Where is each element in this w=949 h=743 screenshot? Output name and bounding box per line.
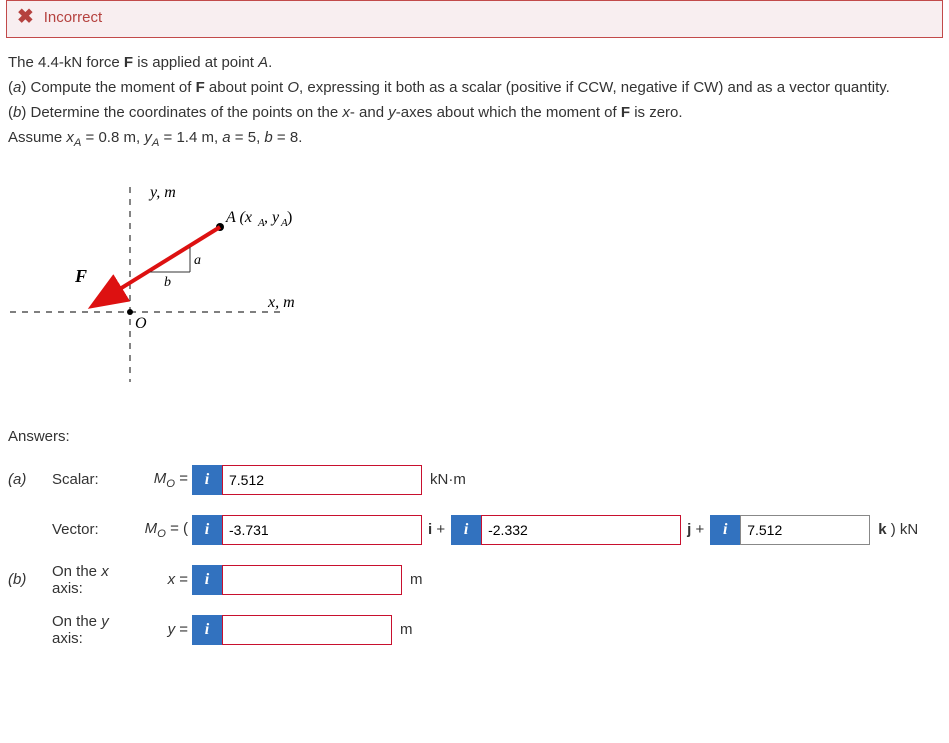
x-axis-label: x, m xyxy=(267,294,295,311)
y-input[interactable] xyxy=(222,615,392,645)
row-x-axis: (b) On the x axis: x = i m xyxy=(8,563,941,597)
y-unit: m xyxy=(400,621,413,638)
vector-i-sep: i + xyxy=(428,521,445,538)
point-a-comma: , y xyxy=(264,209,280,226)
row-vector: Vector: MO = ( i i + i j + i k ) kN xyxy=(8,513,941,547)
slope-a-label: a xyxy=(194,253,201,268)
info-button-vector-i[interactable]: i xyxy=(192,515,222,545)
row-scalar: (a) Scalar: MO = i kN·m xyxy=(8,463,941,497)
incorrect-icon: ✖ xyxy=(17,7,34,27)
scalar-expr: MO = xyxy=(142,470,192,490)
problem-figure: y, m x, m A (x A , y A ) F O a b xyxy=(0,172,949,406)
force-label: F xyxy=(74,266,87,286)
answers-header: Answers: xyxy=(8,426,941,447)
vector-expr: MO = ( xyxy=(142,520,192,540)
status-text: Incorrect xyxy=(44,9,102,26)
row-y-axis: On the y axis: y = i m xyxy=(8,613,941,647)
x-expr: x = xyxy=(142,571,192,588)
scalar-label: Scalar: xyxy=(52,471,142,488)
info-button-scalar[interactable]: i xyxy=(192,465,222,495)
scalar-unit: kN·m xyxy=(430,471,466,488)
point-a-label: A (x xyxy=(225,209,252,226)
vector-i-input[interactable] xyxy=(222,515,422,545)
vector-j-input[interactable] xyxy=(481,515,681,545)
info-button-vector-j[interactable]: i xyxy=(451,515,481,545)
slope-b-label: b xyxy=(164,275,171,290)
part-a-text: (a) Compute the moment of F about point … xyxy=(8,77,941,98)
point-a-close: ) xyxy=(287,209,292,226)
origin-label: O xyxy=(135,315,147,332)
x-unit: m xyxy=(410,571,423,588)
part-a-marker: (a) xyxy=(8,471,52,488)
x-input[interactable] xyxy=(222,565,402,595)
intro-line: The 4.4-kN force F is applied at point A… xyxy=(8,52,941,73)
info-button-x[interactable]: i xyxy=(192,565,222,595)
vector-j-sep: j + xyxy=(687,521,704,538)
scalar-input[interactable] xyxy=(222,465,422,495)
y-axis-label: On the y axis: xyxy=(52,613,142,647)
info-button-vector-k[interactable]: i xyxy=(710,515,740,545)
figure-svg: y, m x, m A (x A , y A ) F O a b xyxy=(0,172,320,402)
status-banner: ✖ Incorrect xyxy=(6,0,943,38)
x-axis-label: On the x axis: xyxy=(52,563,142,597)
part-b-marker: (b) xyxy=(8,571,52,588)
assume-line: Assume xA = 0.8 m, yA = 1.4 m, a = 5, b … xyxy=(8,127,941,152)
vector-k-input[interactable] xyxy=(740,515,870,545)
problem-statement: The 4.4-kN force F is applied at point A… xyxy=(0,52,949,152)
vector-unit: k ) kN xyxy=(878,521,918,538)
y-expr: y = xyxy=(142,621,192,638)
vector-label: Vector: xyxy=(52,521,142,538)
part-b-text: (b) Determine the coordinates of the poi… xyxy=(8,102,941,123)
y-axis-label: y, m xyxy=(148,184,176,201)
info-button-y[interactable]: i xyxy=(192,615,222,645)
